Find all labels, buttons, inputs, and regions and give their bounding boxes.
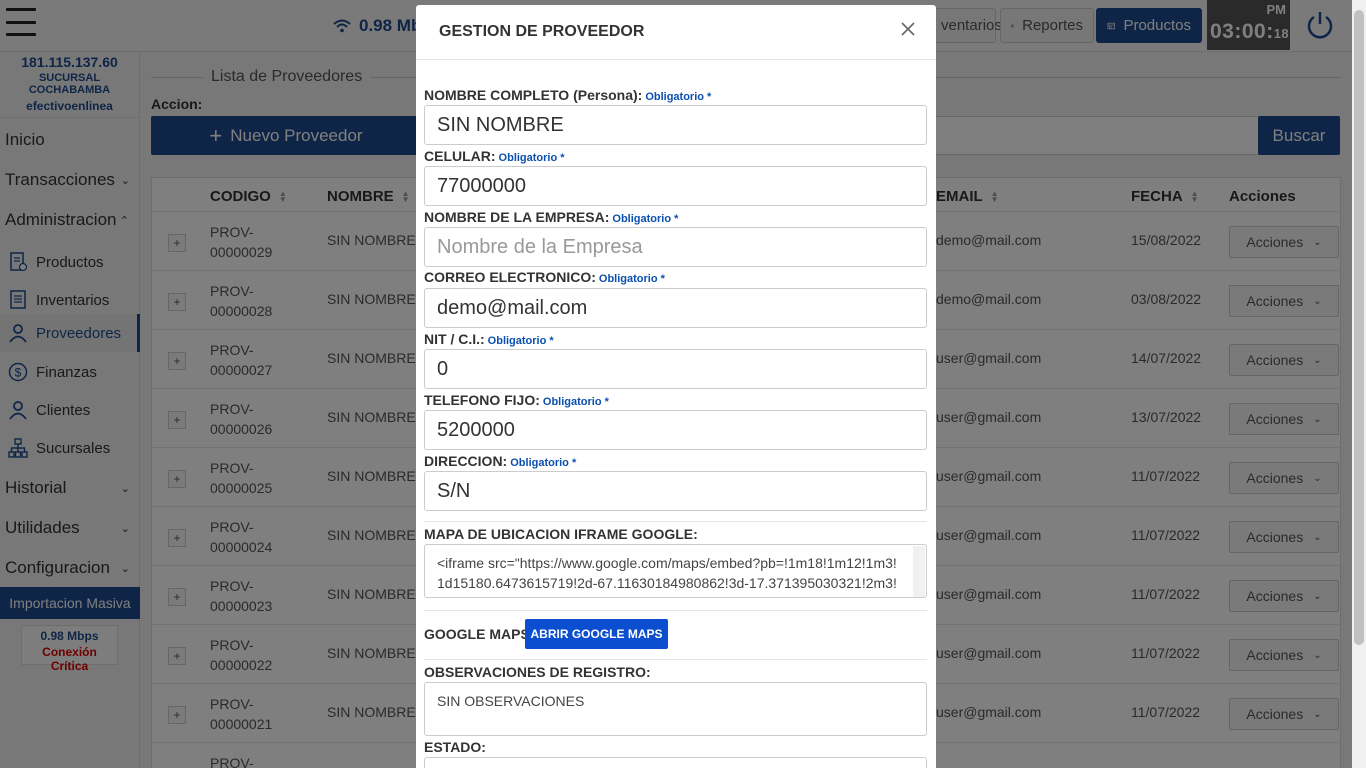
telefono-field[interactable]: 5200000 xyxy=(424,410,927,450)
divider xyxy=(424,659,927,660)
celular-label: CELULAR: Obligatorio * xyxy=(424,148,565,164)
direccion-label-text: DIRECCION: xyxy=(424,453,508,469)
required-marker: Obligatorio * xyxy=(510,457,577,469)
modal-header: GESTION DE PROVEEDOR xyxy=(416,5,936,60)
telefono-label-text: TELEFONO FIJO: xyxy=(424,392,540,408)
direccion-field[interactable]: S/N xyxy=(424,471,927,511)
required-marker: Obligatorio * xyxy=(598,273,665,285)
iframe-value: <iframe src="https://www.google.com/maps… xyxy=(437,555,897,597)
abrir-google-maps-button[interactable]: ABRIR GOOGLE MAPS xyxy=(525,619,668,649)
nombre-field[interactable]: SIN NOMBRE xyxy=(424,105,927,145)
estado-label: ESTADO: xyxy=(424,739,486,755)
empresa-label: NOMBRE DE LA EMPRESA: Obligatorio * xyxy=(424,209,678,225)
direccion-label: DIRECCION: Obligatorio * xyxy=(424,453,576,469)
iframe-label: MAPA DE UBICACION IFRAME GOOGLE: xyxy=(424,526,698,542)
page-scrollbar[interactable] xyxy=(1352,0,1366,768)
celular-field[interactable]: 77000000 xyxy=(424,166,927,206)
celular-label-text: CELULAR: xyxy=(424,148,496,164)
observaciones-label: OBSERVACIONES DE REGISTRO: xyxy=(424,664,651,680)
correo-label-text: CORREO ELECTRONICO: xyxy=(424,269,596,285)
iframe-textarea[interactable]: <iframe src="https://www.google.com/maps… xyxy=(424,544,927,598)
required-marker: Obligatorio * xyxy=(487,335,554,347)
textarea-scrollbar[interactable] xyxy=(913,546,925,597)
proveedor-modal: GESTION DE PROVEEDOR NOMBRE COMPLETO (Pe… xyxy=(416,5,936,768)
nit-label: NIT / C.I.: Obligatorio * xyxy=(424,331,554,347)
required-marker: Obligatorio * xyxy=(542,396,609,408)
scrollbar-thumb[interactable] xyxy=(1354,10,1364,645)
nit-field[interactable]: 0 xyxy=(424,349,927,389)
modal-title: GESTION DE PROVEEDOR xyxy=(439,23,645,40)
correo-label: CORREO ELECTRONICO: Obligatorio * xyxy=(424,269,665,285)
google-maps-label: GOOGLE MAPS: xyxy=(424,626,535,642)
required-marker: Obligatorio * xyxy=(498,152,565,164)
empresa-field[interactable]: Nombre de la Empresa xyxy=(424,227,927,267)
divider xyxy=(424,610,927,611)
nit-label-text: NIT / C.I.: xyxy=(424,331,485,347)
required-marker: Obligatorio * xyxy=(645,91,712,103)
nombre-label: NOMBRE COMPLETO (Persona): Obligatorio * xyxy=(424,87,711,103)
required-marker: Obligatorio * xyxy=(612,213,679,225)
nombre-label-text: NOMBRE COMPLETO (Persona): xyxy=(424,87,643,103)
estado-select[interactable] xyxy=(424,757,927,768)
close-icon[interactable] xyxy=(900,21,916,37)
empresa-label-text: NOMBRE DE LA EMPRESA: xyxy=(424,209,610,225)
divider xyxy=(424,521,927,522)
correo-field[interactable]: demo@mail.com xyxy=(424,288,927,328)
telefono-label: TELEFONO FIJO: Obligatorio * xyxy=(424,392,609,408)
observaciones-textarea[interactable]: SIN OBSERVACIONES xyxy=(424,682,927,736)
